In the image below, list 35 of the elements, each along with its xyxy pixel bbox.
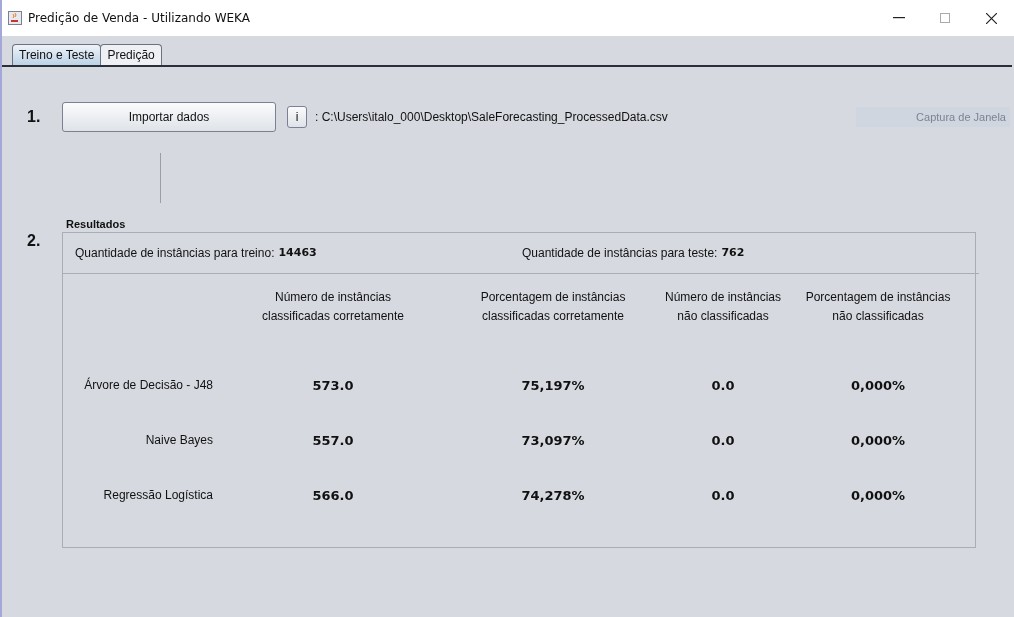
count-value: 14463 [278,246,317,260]
label: Quantidade de instâncias para teste: [522,246,718,260]
column-header: Porcentagem de instâncias classificadas corretamente [479,289,627,325]
table-cell-text: 0.0 [710,432,736,450]
count-value: 762 [721,246,745,260]
table-cell-text: 557.0 [311,432,355,450]
close-icon[interactable] [985,12,997,24]
table-cell-text: 566.0 [311,487,355,505]
column-header: Porcentagem de instâncias não classificadas [804,289,952,325]
table-cell-text: 0,000% [849,377,907,395]
table-cell-text: 0.0 [710,487,736,505]
window-title: Predição de Venda - Utilizando WEKA [28,11,251,25]
table-cell-text: 0.0 [710,377,736,395]
section-title: Resultados [66,218,127,230]
file-path: : C:\Users\italo_000\Desktop\SaleForecasting_ProcessedData.csv [315,110,668,124]
tab[interactable]: Treino e Teste [12,44,102,65]
label: Quantidade de instâncias para treino: [75,246,275,260]
column-header: Número de instâncias classificadas corretamente [260,289,406,325]
step-number: 2. [27,232,42,250]
table-cell-text: 0,000% [849,487,907,505]
table-cell-text: 75,197% [520,377,586,395]
table-cell-text: 73,097% [520,432,586,450]
overlay-label: Captura de Janela [856,107,1010,127]
table-cell-text: 573.0 [311,377,355,395]
minimize-icon[interactable] [893,17,905,19]
import-button[interactable]: Importar dados [62,102,276,132]
table-cell-text: 74,278% [520,487,586,505]
row-label: Regressão Logística [102,487,213,504]
step-number: 1. [27,108,42,126]
table-cell-text: 0,000% [849,432,907,450]
tab[interactable]: Predição [100,44,162,65]
info-button[interactable]: i [287,106,307,128]
row-label: Árvore de Decisão - J48 [83,376,213,394]
row-label: Naive Bayes [144,432,213,449]
column-header: Número de instâncias não classificadas [663,289,783,325]
